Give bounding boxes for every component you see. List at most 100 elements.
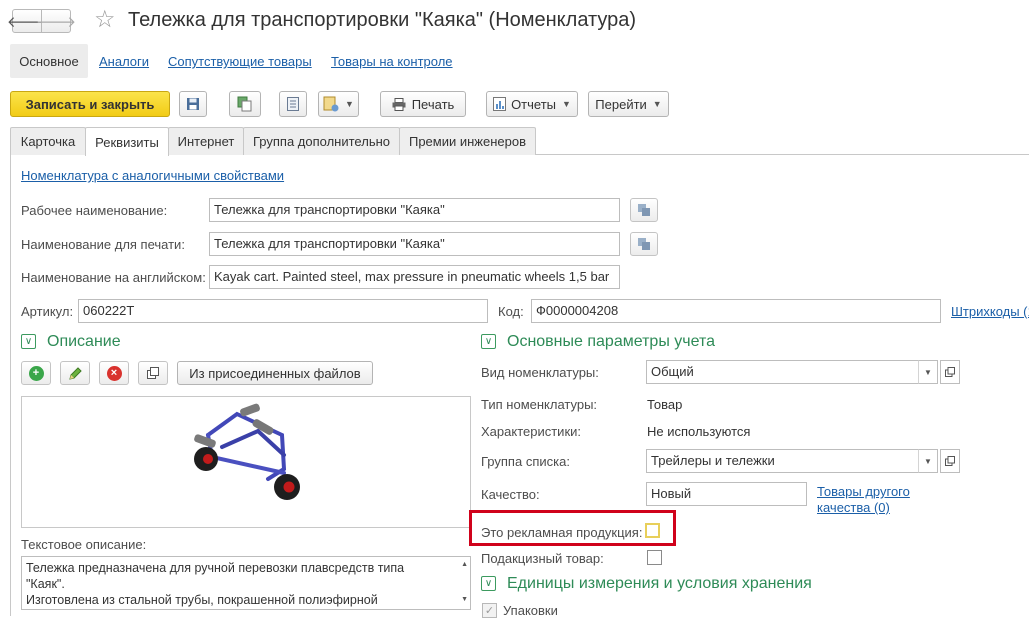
section-related-goods[interactable]: Сопутствующие товары xyxy=(168,54,312,69)
save-and-close-button[interactable]: Записать и закрыть xyxy=(10,91,170,117)
print-label: Печать xyxy=(411,96,455,112)
scroll-up-icon[interactable]: ▲ xyxy=(461,561,468,568)
open-window-icon xyxy=(945,367,955,377)
tab-requisites[interactable]: Реквизиты xyxy=(85,127,169,156)
chevron-down-icon: ▼ xyxy=(924,456,932,466)
advertising-label: Это рекламная продукция: xyxy=(481,525,643,540)
english-name-label: Наименование на английском: xyxy=(21,270,206,285)
working-name-label: Рабочее наименование: xyxy=(21,203,168,218)
tab-engineer-bonuses[interactable]: Премии инженеров xyxy=(399,127,536,155)
collapse-accounting-toggle[interactable]: ∨ xyxy=(481,334,496,349)
type-value: Товар xyxy=(647,397,683,412)
section-analogs[interactable]: Аналоги xyxy=(99,54,149,69)
scroll-down-icon[interactable]: ▼ xyxy=(461,596,468,603)
tab-card[interactable]: Карточка xyxy=(10,127,86,155)
print-button[interactable]: Печать xyxy=(380,91,466,117)
collapse-description-toggle[interactable]: ∨ xyxy=(21,334,36,349)
content-border xyxy=(10,155,11,616)
similar-properties-link[interactable]: Номенклатура с аналогичными свойствами xyxy=(21,168,284,183)
printer-icon xyxy=(392,97,406,111)
translate-working-name-button[interactable] xyxy=(630,198,658,222)
chevron-down-icon: ∨ xyxy=(24,336,33,347)
favorite-star-icon[interactable]: ☆ xyxy=(94,7,116,33)
reports-button[interactable]: Отчеты ▼ xyxy=(486,91,578,117)
document-add-icon xyxy=(323,96,339,112)
section-controlled-goods[interactable]: Товары на контроле xyxy=(331,54,453,69)
reports-label: Отчеты xyxy=(511,96,556,112)
chevron-down-icon: ▼ xyxy=(924,367,932,377)
units-header: Единицы измерения и условия хранения xyxy=(507,575,812,592)
text-description-line: "Каяк". xyxy=(26,577,65,591)
kayak-cart-image xyxy=(194,403,300,500)
forward-button[interactable]: 🡒 xyxy=(36,9,76,33)
print-name-label: Наименование для печати: xyxy=(21,237,185,252)
text-description-line: Изготовлена из стальной трубы, покрашенн… xyxy=(26,593,378,607)
copy-icon xyxy=(237,96,252,112)
floppy-icon xyxy=(187,98,199,110)
kind-label: Вид номенклатуры: xyxy=(481,365,599,380)
delete-image-button[interactable]: × xyxy=(99,361,129,385)
goto-button[interactable]: Перейти ▼ xyxy=(588,91,669,117)
kind-field[interactable]: Общий xyxy=(646,360,919,384)
open-image-button[interactable] xyxy=(138,361,168,385)
excise-checkbox[interactable] xyxy=(647,550,662,565)
translate-print-name-button[interactable] xyxy=(630,232,658,256)
pencil-icon xyxy=(68,366,82,380)
quality-field[interactable]: Новый xyxy=(646,482,807,506)
section-main[interactable]: Основное xyxy=(10,44,88,78)
description-header: Описание xyxy=(47,333,121,350)
working-name-field[interactable]: Тележка для транспортировки "Каяка" xyxy=(209,198,620,222)
add-image-button[interactable]: + xyxy=(21,361,51,385)
delete-icon: × xyxy=(106,365,122,381)
plus-icon: + xyxy=(28,365,44,381)
characteristics-value: Не используются xyxy=(647,424,751,439)
tab-additional-group[interactable]: Группа дополнительно xyxy=(243,127,400,155)
kind-dropdown-button[interactable]: ▼ xyxy=(918,360,938,384)
group-dropdown-button[interactable]: ▼ xyxy=(918,449,938,473)
group-open-button[interactable] xyxy=(940,449,960,473)
quality-label: Качество: xyxy=(481,487,540,502)
copy-button[interactable] xyxy=(229,91,261,117)
text-description-line: Тележка предназначена для ручной перевоз… xyxy=(26,561,405,575)
sku-label: Артикул: xyxy=(21,304,74,319)
chevron-down-icon: ▼ xyxy=(345,99,354,109)
text-description-field[interactable]: Тележка предназначена для ручной перевоз… xyxy=(21,556,471,610)
edit-image-button[interactable] xyxy=(60,361,90,385)
create-based-on-button[interactable]: ▼ xyxy=(318,91,359,117)
text-description-label: Текстовое описание: xyxy=(21,537,147,552)
code-label: Код: xyxy=(498,304,524,319)
code-field[interactable]: Ф0000004208 xyxy=(531,299,941,323)
translate-icon xyxy=(638,204,650,216)
other-quality-link[interactable]: качества (0) xyxy=(817,500,890,515)
window-title: Тележка для транспортировки "Каяка" (Ном… xyxy=(128,9,637,31)
goto-label: Перейти xyxy=(595,96,647,112)
chevron-down-icon: ▼ xyxy=(562,99,571,109)
english-name-field[interactable]: Kayak cart. Painted steel, max pressure … xyxy=(209,265,620,289)
product-image-area[interactable] xyxy=(21,396,471,528)
kind-open-button[interactable] xyxy=(940,360,960,384)
sku-field[interactable]: 060222T xyxy=(78,299,488,323)
print-name-field[interactable]: Тележка для транспортировки "Каяка" xyxy=(209,232,620,256)
accounting-header: Основные параметры учета xyxy=(507,333,716,350)
chevron-down-icon: ∨ xyxy=(484,578,493,589)
advertising-checkbox[interactable] xyxy=(645,523,660,538)
report-icon xyxy=(493,97,507,111)
translate-icon xyxy=(638,238,650,250)
from-attached-files-button[interactable]: Из присоединенных файлов xyxy=(177,361,373,385)
list-button[interactable] xyxy=(279,91,307,117)
save-button[interactable] xyxy=(179,91,207,117)
type-label: Тип номенклатуры: xyxy=(481,397,598,412)
other-quality-link[interactable]: Товары другого xyxy=(817,484,910,499)
group-label: Группа списка: xyxy=(481,454,570,469)
arrow-right-icon: 🡒 xyxy=(35,13,77,31)
group-field[interactable]: Трейлеры и тележки xyxy=(646,449,919,473)
characteristics-label: Характеристики: xyxy=(481,424,582,439)
open-window-icon xyxy=(147,367,159,379)
barcodes-link[interactable]: Штрихкоды (1 xyxy=(951,304,1029,319)
tab-internet[interactable]: Интернет xyxy=(168,127,244,155)
open-window-icon xyxy=(945,456,955,466)
collapse-units-toggle[interactable]: ∨ xyxy=(481,576,496,591)
chevron-down-icon: ▼ xyxy=(652,99,662,109)
excise-label: Подакцизный товар: xyxy=(481,551,604,566)
list-icon xyxy=(287,97,299,111)
